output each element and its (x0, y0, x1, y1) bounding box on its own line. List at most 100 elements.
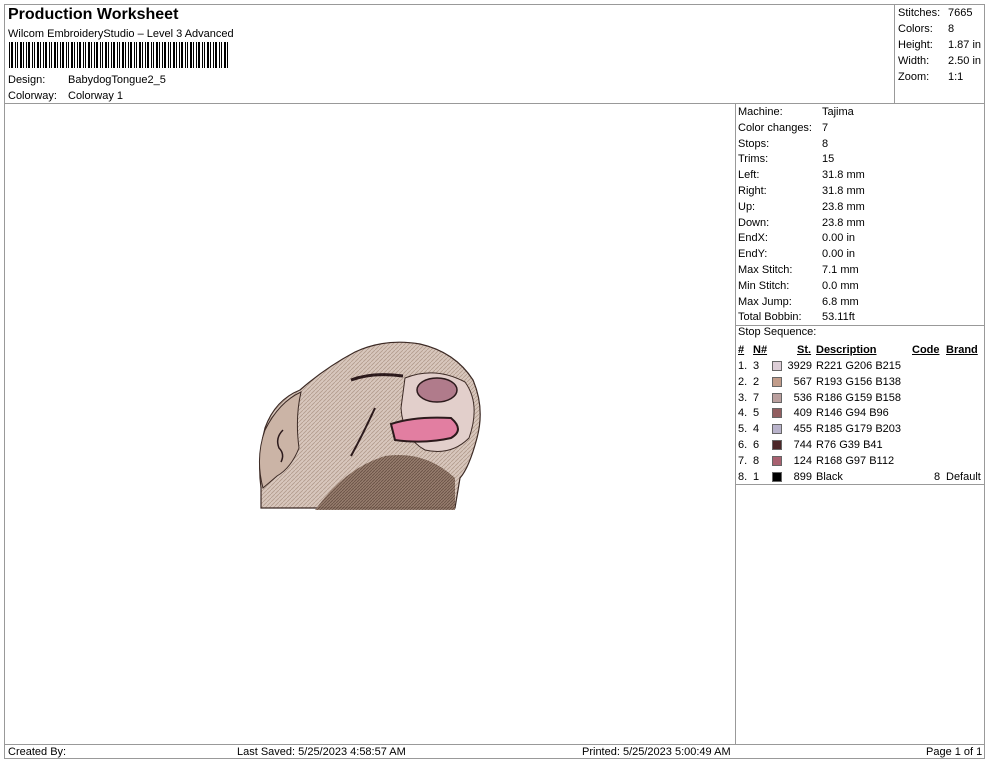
design-preview (259, 341, 481, 510)
stat-row: Width: 2.50 in (898, 53, 984, 69)
software-name: Wilcom EmbroideryStudio – Level 3 Advanc… (8, 28, 234, 40)
seq-description: R168 G97 B112 (816, 454, 895, 467)
barcode-bar (219, 42, 220, 68)
barcode-bar (54, 42, 56, 68)
barcode-bar (102, 42, 103, 68)
barcode-bar (85, 42, 86, 68)
machine-row: Trims: 15 (738, 151, 984, 167)
barcode-bar (23, 42, 24, 68)
barcode-bar (227, 42, 228, 68)
barcode-bar (170, 42, 171, 68)
stat-label: Width: (898, 55, 930, 67)
col-st-header: St. (797, 344, 812, 356)
col-code-header: Code (912, 344, 940, 356)
barcode-bar (83, 42, 84, 68)
machine-value: 15 (822, 153, 835, 166)
barcode-bar (125, 42, 126, 68)
machine-row: Max Jump: 6.8 mm (738, 294, 984, 310)
machine-label: Total Bobbin: (738, 311, 802, 324)
seq-stitches: 3929 (787, 360, 812, 372)
machine-label: Min Stitch: (738, 279, 790, 292)
barcode-bar (51, 42, 52, 68)
machine-row: Down: 23.8 mm (738, 215, 984, 231)
barcode-bar (96, 42, 98, 68)
sequence-row: 4. 5 409 R146 G94 B96 (738, 405, 984, 421)
colorway-value: Colorway 1 (68, 90, 124, 102)
barcode-bar (179, 42, 180, 68)
barcode-bar (173, 42, 175, 68)
machine-value: 31.8 mm (822, 169, 865, 182)
seq-num: 5. (738, 423, 748, 436)
seq-needle: 3 (753, 360, 760, 372)
stat-value: 8 (948, 23, 955, 35)
machine-label: EndY: (738, 248, 768, 261)
barcode-bar (79, 42, 81, 68)
barcode (9, 42, 228, 68)
col-desc-header: Description (816, 344, 877, 356)
seq-stitches: 899 (793, 470, 812, 483)
barcode-bar (9, 42, 10, 68)
machine-row: Left: 31.8 mm (738, 167, 984, 183)
barcode-bar (162, 42, 163, 68)
machine-value: 23.8 mm (822, 200, 865, 213)
seq-brand: Default (946, 470, 981, 483)
seq-description: Black (816, 470, 843, 483)
barcode-bar (187, 42, 188, 68)
barcode-bar (32, 42, 33, 68)
barcode-bar (17, 42, 18, 68)
seq-stitches: 124 (793, 454, 812, 467)
footer-page-number: Page 1 of 1 (926, 746, 983, 758)
seq-stitches: 744 (793, 439, 812, 451)
machine-value: 53.11ft (822, 311, 855, 324)
design-value: BabydogTongue2_5 (68, 74, 166, 86)
barcode-bar (176, 42, 177, 68)
machine-label: Left: (738, 169, 760, 182)
barcode-bar (49, 42, 50, 68)
barcode-bar (139, 42, 141, 68)
barcode-bar (77, 42, 78, 68)
stat-row: Colors: 8 (898, 21, 984, 37)
barcode-bar (193, 42, 194, 68)
seq-needle: 5 (753, 407, 760, 420)
machine-row: Color changes: 7 (738, 120, 984, 136)
stats-divider (894, 4, 895, 104)
barcode-bar (28, 42, 30, 68)
seq-code: 8 (934, 470, 941, 483)
barcode-bar (43, 42, 44, 68)
sequence-row: 5. 4 455 R185 G179 B203 (738, 421, 984, 437)
barcode-bar (100, 42, 101, 68)
barcode-bar (130, 42, 132, 68)
barcode-bar (88, 42, 90, 68)
barcode-bar (221, 42, 222, 68)
barcode-bar (159, 42, 160, 68)
stat-label: Height: (898, 39, 933, 51)
barcode-bar (119, 42, 120, 68)
footer-created-by: Created By: (8, 746, 67, 758)
stat-value: 7665 (948, 7, 973, 19)
seq-stitches: 567 (793, 375, 812, 388)
dog-tongue-shape (389, 416, 459, 443)
machine-row: Up: 23.8 mm (738, 199, 984, 215)
barcode-bar (196, 42, 197, 68)
stat-label: Colors: (898, 23, 933, 35)
seq-num: 8. (738, 470, 748, 483)
panel-divider (735, 103, 736, 745)
seq-description: R146 G94 B96 (816, 407, 889, 420)
machine-row: Stops: 8 (738, 136, 984, 152)
footer-printed: Printed: 5/25/2023 5:00:49 AM (582, 746, 731, 758)
stop-sequence-title: Stop Sequence: (738, 326, 817, 338)
seq-needle: 1 (753, 470, 760, 483)
barcode-bar (71, 42, 73, 68)
machine-value: 6.8 mm (822, 295, 859, 308)
barcode-bar (62, 42, 64, 68)
sequence-row: 1. 3 3929 R221 G206 B215 (738, 358, 984, 374)
barcode-bar (153, 42, 154, 68)
barcode-bar (45, 42, 47, 68)
barcode-bar (26, 42, 27, 68)
barcode-bar (136, 42, 137, 68)
barcode-bar (198, 42, 200, 68)
machine-row: Max Stitch: 7.1 mm (738, 262, 984, 278)
seq-stitches: 455 (793, 423, 812, 436)
color-swatch (772, 376, 782, 387)
machine-label: Machine: (738, 106, 783, 118)
